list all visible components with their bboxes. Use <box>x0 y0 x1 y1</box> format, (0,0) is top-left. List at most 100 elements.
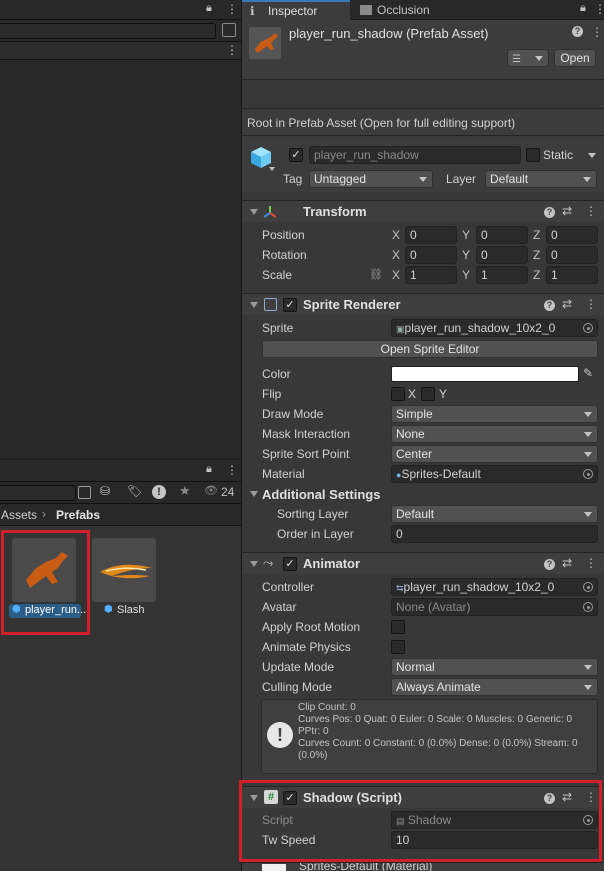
apply-root-motion-checkbox[interactable] <box>391 620 405 634</box>
foldout-arrow-icon[interactable] <box>250 209 258 215</box>
prefab-options-dropdown[interactable]: ☰ <box>507 49 549 67</box>
order-in-layer-field[interactable]: 0 <box>391 525 598 543</box>
sprite-field[interactable]: ▣player_run_shadow_10x2_0 <box>391 319 598 337</box>
sprite-renderer-enabled-checkbox[interactable]: ✓ <box>283 298 297 312</box>
foldout-arrow-icon[interactable] <box>250 302 258 308</box>
scale-y[interactable]: 1 <box>476 266 528 284</box>
header-menu-icon[interactable]: ⋮ <box>591 25 603 39</box>
axis-z[interactable]: Z <box>533 268 540 282</box>
open-sprite-editor-button[interactable]: Open Sprite Editor <box>262 340 598 358</box>
axis-y[interactable]: Y <box>462 248 470 262</box>
tab-inspector[interactable]: ℹ Inspector <box>242 0 350 20</box>
tag-dropdown[interactable]: Untagged <box>309 170 433 188</box>
header-menu-icon[interactable]: ⋮ <box>226 43 238 57</box>
inspector-lock-icon[interactable]: 🔒︎ <box>580 2 586 15</box>
position-y[interactable]: 0 <box>476 226 528 244</box>
icon-dropdown-caret-icon[interactable] <box>269 167 275 171</box>
axis-x[interactable]: X <box>392 268 400 282</box>
help-icon[interactable]: ? <box>544 559 555 570</box>
sort-point-dropdown[interactable]: Center <box>391 445 598 463</box>
presets-icon[interactable]: ⇄ <box>562 556 572 570</box>
prefab-thumbnail <box>249 27 281 59</box>
material-field[interactable]: ●Sprites-Default <box>391 465 598 483</box>
project-lock-icon[interactable]: 🔒︎ <box>206 463 212 476</box>
controller-field[interactable]: ⇆player_run_shadow_10x2_0 <box>391 578 598 596</box>
object-picker-icon[interactable] <box>583 323 593 333</box>
project-menu-icon[interactable]: ⋮ <box>226 463 238 477</box>
eyedropper-icon[interactable]: ✎ <box>583 366 593 380</box>
draw-mode-dropdown[interactable]: Simple <box>391 405 598 423</box>
object-picker-icon[interactable] <box>583 469 593 479</box>
axis-x[interactable]: X <box>392 228 400 242</box>
material-preview-header[interactable]: Sprites-Default (Material) <box>242 862 604 871</box>
help-icon[interactable]: ? <box>544 207 555 218</box>
rotation-z[interactable]: 0 <box>546 246 598 264</box>
favorite-star-icon[interactable]: ★ <box>179 483 191 499</box>
axis-z[interactable]: Z <box>533 248 540 262</box>
axis-y[interactable]: Y <box>462 228 470 242</box>
flip-x-checkbox[interactable] <box>391 387 405 401</box>
foldout-arrow-icon[interactable] <box>250 491 258 497</box>
sprite-renderer-header[interactable]: ✓ Sprite Renderer ? ⇄ ⋮ <box>242 293 604 315</box>
presets-icon[interactable]: ⇄ <box>562 297 572 311</box>
rotation-x[interactable]: 0 <box>405 246 457 264</box>
presets-icon[interactable]: ⇄ <box>562 204 572 218</box>
animator-enabled-checkbox[interactable]: ✓ <box>283 557 297 571</box>
search-options-icon[interactable] <box>222 23 236 37</box>
component-menu-icon[interactable]: ⋮ <box>585 556 597 570</box>
avatar-field[interactable]: None (Avatar) <box>391 598 598 616</box>
filter-by-type-icon[interactable]: ⛁ <box>100 484 110 498</box>
position-z[interactable]: 0 <box>546 226 598 244</box>
axis-z[interactable]: Z <box>533 228 540 242</box>
static-checkbox[interactable] <box>526 148 540 162</box>
object-name-field[interactable]: player_run_shadow <box>309 146 521 164</box>
scale-z[interactable]: 1 <box>546 266 598 284</box>
constrain-proportions-icon[interactable]: ⛓ <box>369 268 383 281</box>
controller-label: Controller <box>262 580 315 594</box>
object-picker-icon[interactable] <box>583 602 593 612</box>
kebab-menu-icon[interactable]: ⋮ <box>226 2 238 16</box>
color-swatch[interactable] <box>391 366 579 382</box>
spacer-row <box>242 81 604 109</box>
prefab-cube-icon: ⬢ <box>104 604 113 615</box>
breadcrumb-assets[interactable]: Assets <box>1 508 37 522</box>
filter-by-label-icon[interactable]: 🏷︎ <box>127 484 142 498</box>
scale-x[interactable]: 1 <box>405 266 457 284</box>
active-checkbox[interactable]: ✓ <box>289 148 303 162</box>
axis-x[interactable]: X <box>392 248 400 262</box>
breadcrumb-prefabs[interactable]: Prefabs <box>56 508 100 522</box>
component-menu-icon[interactable]: ⋮ <box>585 204 597 218</box>
animator-header[interactable]: ⤳ ✓ Animator ? ⇄ ⋮ <box>242 552 604 574</box>
running-shadow-sprite-icon <box>255 33 278 53</box>
object-picker-icon[interactable] <box>583 582 593 592</box>
static-dropdown-caret-icon[interactable] <box>588 153 596 158</box>
update-mode-dropdown[interactable]: Normal <box>391 658 598 676</box>
flip-y-checkbox[interactable] <box>421 387 435 401</box>
help-icon[interactable]: ? <box>572 26 583 37</box>
mask-interaction-dropdown[interactable]: None <box>391 425 598 443</box>
animate-physics-checkbox[interactable] <box>391 640 405 654</box>
asset-label-slash[interactable]: ⬢ Slash <box>102 604 152 618</box>
transform-header[interactable]: Transform ? ⇄ ⋮ <box>242 200 604 222</box>
tab-occlusion[interactable]: Occlusion <box>352 0 452 20</box>
foldout-arrow-icon[interactable] <box>250 561 258 567</box>
hidden-packages-icon[interactable]: 👁︎ <box>204 484 218 497</box>
project-toolbar: ⛁ 🏷︎ ! ★ 👁︎ 24 <box>0 482 241 504</box>
layer-dropdown[interactable]: Default <box>485 170 597 188</box>
rotation-y[interactable]: 0 <box>476 246 528 264</box>
position-x[interactable]: 0 <box>405 226 457 244</box>
culling-mode-dropdown[interactable]: Always Animate <box>391 678 598 696</box>
sorting-layer-dropdown[interactable]: Default <box>391 505 598 523</box>
inspector-menu-icon[interactable]: ⋮ <box>594 2 604 16</box>
lock-icon[interactable]: 🔒︎ <box>206 2 212 15</box>
hierarchy-search-input[interactable] <box>0 23 216 39</box>
component-menu-icon[interactable]: ⋮ <box>585 297 597 311</box>
additional-settings-foldout[interactable]: Additional Settings <box>262 487 380 502</box>
project-search-input[interactable] <box>0 485 76 501</box>
log-types-icon[interactable]: ! <box>152 485 166 499</box>
open-button[interactable]: Open <box>554 49 596 67</box>
axis-y[interactable]: Y <box>462 268 470 282</box>
help-icon[interactable]: ? <box>544 300 555 311</box>
search-by-type-icon[interactable] <box>78 486 91 499</box>
asset-thumbnail-slash[interactable] <box>92 538 156 602</box>
